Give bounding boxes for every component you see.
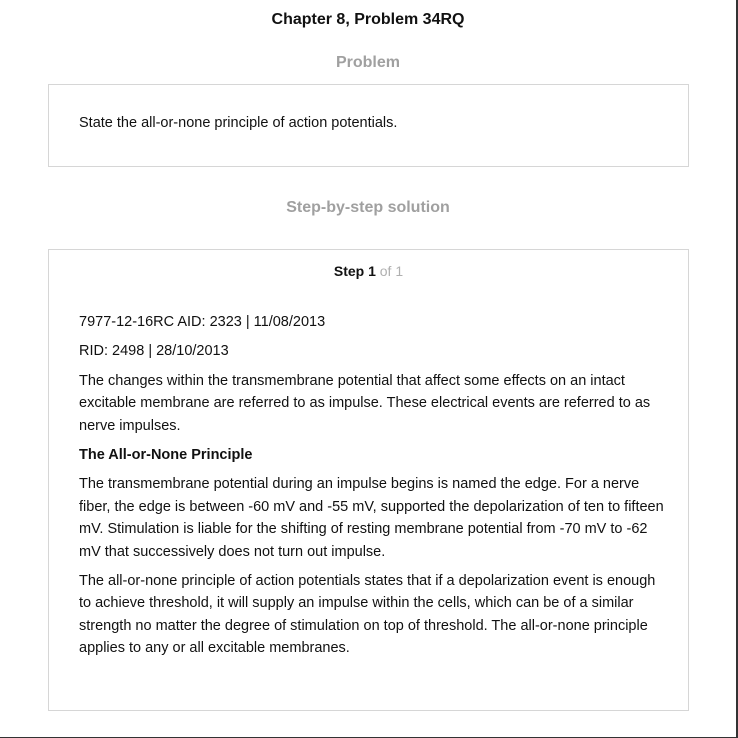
solution-paragraph-threshold: The transmembrane potential during an im… [79, 476, 664, 560]
step-body: 7977-12-16RC AID: 2323 | 11/08/2013 RID:… [79, 311, 664, 667]
solution-aid-line: 7977-12-16RC AID: 2323 | 11/08/2013 [79, 314, 326, 330]
step-count: of 1 [379, 263, 404, 279]
solution-box: Step 1 of 1 7977-12-16RC AID: 2323 | 11/… [48, 249, 689, 711]
step-label: Step 1 [333, 263, 376, 279]
problem-box: State the all-or-none principle of actio… [48, 84, 689, 167]
step-header: Step 1 of 1 [49, 263, 688, 279]
page-title: Chapter 8, Problem 34RQ [271, 11, 465, 28]
solution-paragraph-intro: The changes within the transmembrane pot… [79, 372, 651, 434]
solution-heading: Step-by-step solution [286, 199, 450, 216]
solution-paragraph-principle: The all-or-none principle of action pote… [79, 573, 656, 657]
solution-subheading: The All-or-None Principle [79, 447, 253, 464]
problem-text: State the all-or-none principle of actio… [79, 115, 398, 131]
problem-heading: Problem [335, 54, 400, 71]
solution-rid-line: RID: 2498 | 28/10/2013 [79, 343, 229, 360]
